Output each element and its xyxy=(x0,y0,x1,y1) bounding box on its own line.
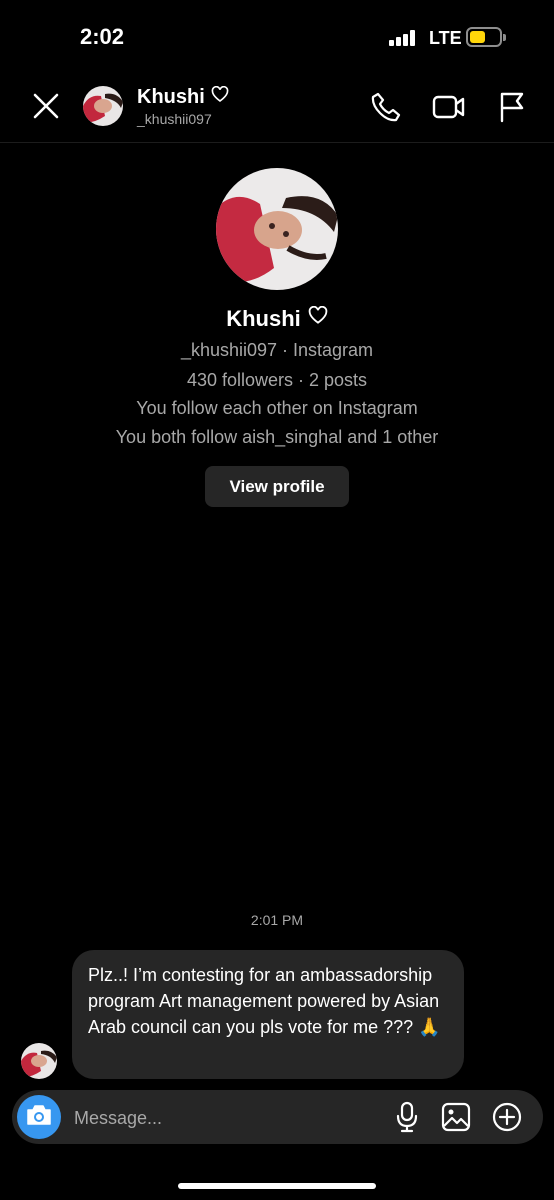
camera-icon xyxy=(26,1104,52,1131)
cellular-signal-icon xyxy=(389,30,421,46)
video-icon[interactable] xyxy=(432,92,466,122)
camera-button[interactable] xyxy=(17,1095,61,1139)
avatar[interactable] xyxy=(83,86,123,126)
network-type: LTE xyxy=(429,28,462,48)
gallery-icon[interactable] xyxy=(441,1102,471,1132)
message-bubble[interactable]: Plz..! I’m contesting for an ambassadors… xyxy=(72,950,464,1079)
profile-avatar[interactable] xyxy=(216,168,338,290)
view-profile-button[interactable]: View profile xyxy=(205,466,349,507)
status-time: 2:02 xyxy=(80,24,125,49)
header-title[interactable]: Khushi xyxy=(137,85,229,109)
microphone-icon[interactable] xyxy=(396,1101,418,1133)
battery-icon xyxy=(466,27,506,47)
profile-name-row: Khushi xyxy=(0,305,554,332)
heart-icon xyxy=(308,305,328,332)
close-icon[interactable] xyxy=(32,92,60,120)
header-name: Khushi xyxy=(137,86,205,108)
profile-mutual: You follow each other on Instagram xyxy=(136,398,418,418)
message-input[interactable] xyxy=(72,1103,376,1133)
profile-stats: 430 followers · 2 posts xyxy=(186,370,368,390)
plus-icon[interactable] xyxy=(492,1102,522,1132)
heart-icon xyxy=(211,85,229,109)
home-indicator xyxy=(178,1183,376,1189)
phone-icon[interactable] xyxy=(370,91,402,123)
message-timestamp: 2:01 PM xyxy=(250,912,304,928)
profile-meta: _khushii097 · Instagram xyxy=(180,340,374,360)
avatar[interactable] xyxy=(21,1043,57,1079)
profile-name: Khushi xyxy=(226,306,301,331)
header-username: _khushii097 xyxy=(137,111,212,127)
flag-icon[interactable] xyxy=(498,91,526,123)
profile-shared: You both follow aish_singhal and 1 other xyxy=(115,427,439,447)
